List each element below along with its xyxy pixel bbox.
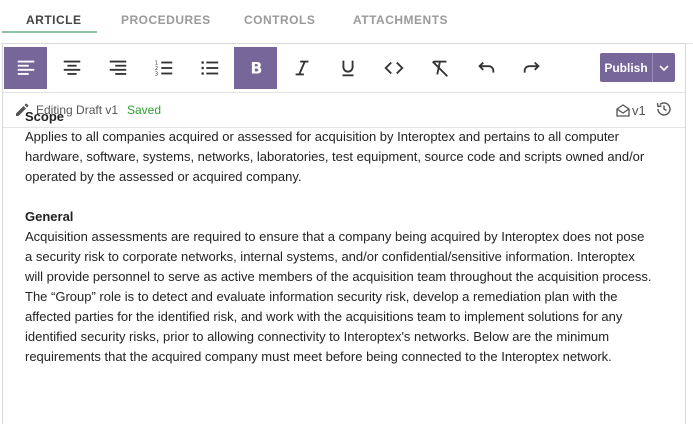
section-title: Scope [25,109,65,124]
clear-format-button[interactable] [418,47,461,89]
scope-section: Scope Applies to all companies acquired … [25,107,655,187]
align-left-icon [17,60,34,75]
undo-icon [477,61,494,73]
clear-format-icon [431,60,448,77]
underline-button[interactable] [326,47,369,89]
tab-article[interactable]: ARTICLE [26,13,82,27]
undo-button[interactable] [464,47,507,89]
code-button[interactable] [372,47,415,89]
section-title: General [25,209,74,224]
align-left-button[interactable] [4,47,47,89]
publish-split-button: Publish [600,53,675,82]
general-section: General Acquisition assessments are requ… [25,207,655,367]
align-right-button[interactable] [96,47,139,89]
bold-button[interactable]: B [234,47,277,89]
code-icon [383,61,404,75]
align-center-button[interactable] [50,47,93,89]
section-body: Applies to all companies acquired or ass… [25,129,645,184]
bullet-list-button[interactable] [188,47,231,89]
publish-button[interactable]: Publish [600,53,652,82]
tab-bar: ARTICLE PROCEDURES CONTROLS ATTACHMENTS [0,0,693,44]
formatting-toolbar: 123 B Publish [3,44,685,93]
align-center-icon [63,60,80,75]
ordered-list-icon: 123 [154,60,172,77]
section-body: Acquisition assessments are required to … [25,229,652,364]
chevron-down-icon [659,64,669,71]
align-right-icon [109,60,126,75]
tab-attachments[interactable]: ATTACHMENTS [353,13,448,27]
bullet-list-icon [200,61,218,75]
redo-icon [523,61,540,73]
publish-menu-button[interactable] [652,53,675,82]
redo-button[interactable] [510,47,553,89]
italic-button[interactable] [280,47,323,89]
active-tab-indicator [2,31,97,33]
history-icon[interactable] [655,100,673,118]
tab-controls[interactable]: CONTROLS [244,13,315,27]
tab-procedures[interactable]: PROCEDURES [121,13,211,27]
underline-icon [342,60,353,77]
svg-text:B: B [250,60,262,78]
svg-text:3: 3 [154,71,157,77]
ordered-list-button[interactable]: 123 [142,47,185,89]
italic-icon [295,60,308,76]
bold-icon: B [250,60,262,78]
article-body[interactable]: Scope Applies to all companies acquired … [25,107,655,387]
